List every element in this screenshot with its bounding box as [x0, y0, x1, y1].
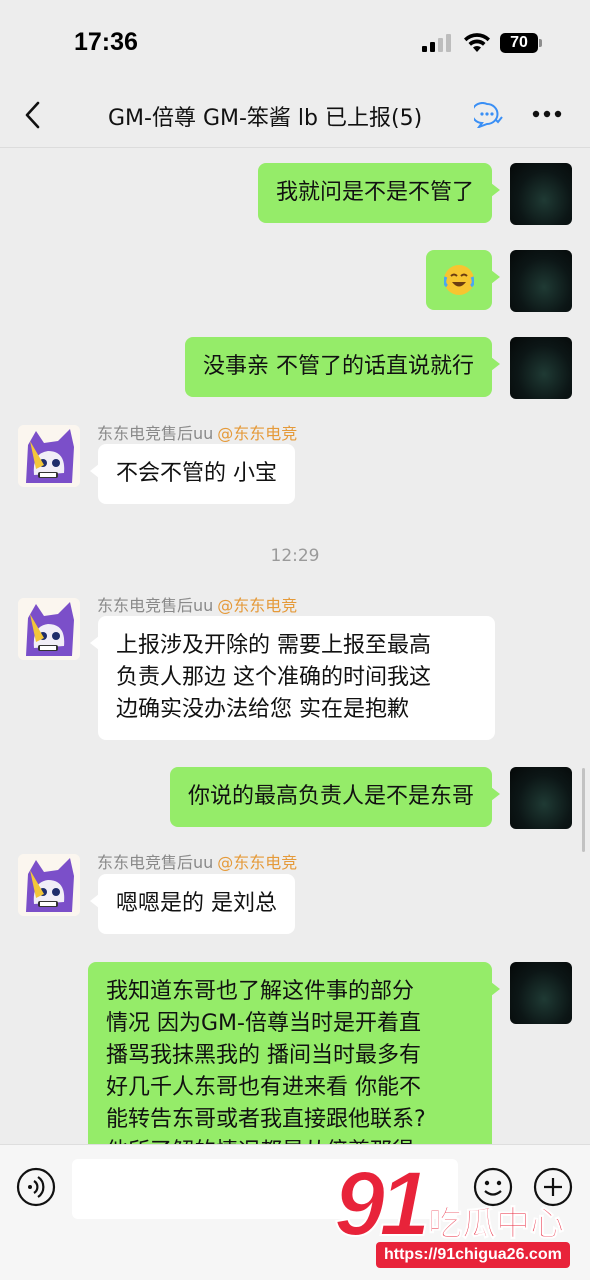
- my-avatar[interactable]: [510, 163, 572, 225]
- crying-laughing-emoji-icon: [444, 265, 474, 295]
- cat-character-icon: [18, 854, 80, 916]
- sender-nickname: 东东电竞售后uu: [97, 853, 214, 872]
- status-time: 17:36: [74, 28, 138, 56]
- message-line: 能转告东哥或者我直接跟他联系?: [106, 1107, 426, 1132]
- sender-nickname: 东东电竞售后uu: [97, 424, 214, 443]
- message-line: 我知道东哥也了解这件事的部分: [106, 979, 415, 1004]
- sender-tag: @东东电竞: [217, 853, 298, 872]
- message-line: 他所了解的情况都是从倍尊那得: [106, 1136, 474, 1144]
- site-watermark: 91 吃瓜中心 https://91chigua26.com: [330, 1153, 580, 1274]
- contact-message-bubble[interactable]: 上报涉及开除的 需要上报至最高 负责人那边 这个准确的时间我这 边确实没办法给您…: [90, 616, 495, 740]
- watermark-number: 91: [333, 1153, 431, 1255]
- my-avatar[interactable]: [510, 962, 572, 1024]
- watermark-text: 吃瓜中心: [428, 1204, 565, 1245]
- contact-message-bubble[interactable]: 嗯嗯是的 是刘总: [90, 874, 295, 934]
- message-text: 嗯嗯是的 是刘总: [116, 891, 277, 916]
- message-line: 好几千人东哥也有进来看 你能不: [106, 1075, 421, 1100]
- message-line: 负责人那边 这个准确的时间我这: [116, 665, 431, 690]
- message-timestamp: 12:29: [270, 546, 320, 566]
- message-text: 你说的最高负责人是不是东哥: [187, 784, 474, 809]
- my-avatar[interactable]: [510, 767, 572, 829]
- chat-header: GM-倍尊 GM-笨酱 lb 已上报(5): [0, 80, 590, 148]
- chevron-left-icon[interactable]: [22, 100, 42, 130]
- my-message-bubble[interactable]: 你说的最高负责人是不是东哥: [169, 767, 501, 827]
- group-chat-icon[interactable]: [474, 102, 504, 128]
- my-message-bubble[interactable]: 我知道东哥也了解这件事的部分 情况 因为GM-倍尊当时是开着直 播骂我抹黑我的 …: [88, 962, 500, 1144]
- chat-title: GM-倍尊 GM-笨酱 lb 已上报(5): [108, 106, 423, 131]
- message-line: 情况 因为GM-倍尊当时是开着直: [106, 1011, 421, 1036]
- my-message-bubble[interactable]: 没事亲 不管了的话直说就行: [185, 337, 500, 397]
- sender-name: 东东电竞售后uu @东东电竞: [97, 849, 297, 873]
- my-message-bubble[interactable]: 我就问是不是不管了: [257, 163, 501, 223]
- message-text: 我就问是不是不管了: [275, 180, 474, 205]
- ellipsis-icon[interactable]: [532, 110, 562, 118]
- message-line: 上报涉及开除的 需要上报至最高: [116, 633, 431, 658]
- message-line: 边确实没办法给您 实在是抱歉: [116, 697, 409, 722]
- battery-nub: [539, 39, 542, 47]
- contact-avatar[interactable]: [18, 598, 80, 660]
- cat-character-icon: [18, 598, 80, 660]
- sender-tag: @东东电竞: [217, 424, 298, 443]
- message-text: 没事亲 不管了的话直说就行: [203, 354, 474, 379]
- my-avatar[interactable]: [510, 337, 572, 399]
- my-emoji-bubble[interactable]: [426, 250, 500, 310]
- message-list[interactable]: 我就问是不是不管了 没事亲 不管了的话直说就行 东东电竞售后uu @东东电竞 不…: [0, 148, 590, 1144]
- status-bar: 17:36 70: [0, 0, 590, 80]
- my-avatar[interactable]: [510, 250, 572, 312]
- contact-message-bubble[interactable]: 不会不管的 小宝: [90, 444, 295, 504]
- sender-name: 东东电竞售后uu @东东电竞: [97, 420, 297, 444]
- cellular-signal-icon: [422, 34, 451, 52]
- sender-tag: @东东电竞: [217, 596, 298, 615]
- wifi-icon: [464, 33, 490, 52]
- contact-avatar[interactable]: [18, 425, 80, 487]
- sender-nickname: 东东电竞售后uu: [97, 596, 214, 615]
- scrollbar[interactable]: [582, 768, 585, 852]
- voice-icon[interactable]: [16, 1167, 56, 1207]
- message-line: 播骂我抹黑我的 播间当时最多有: [106, 1043, 421, 1068]
- sender-name: 东东电竞售后uu @东东电竞: [97, 592, 297, 616]
- message-text: 不会不管的 小宝: [116, 461, 277, 486]
- battery-indicator: 70: [500, 33, 538, 53]
- watermark-url: https://91chigua26.com: [376, 1242, 570, 1268]
- contact-avatar[interactable]: [18, 854, 80, 916]
- cat-character-icon: [18, 425, 80, 487]
